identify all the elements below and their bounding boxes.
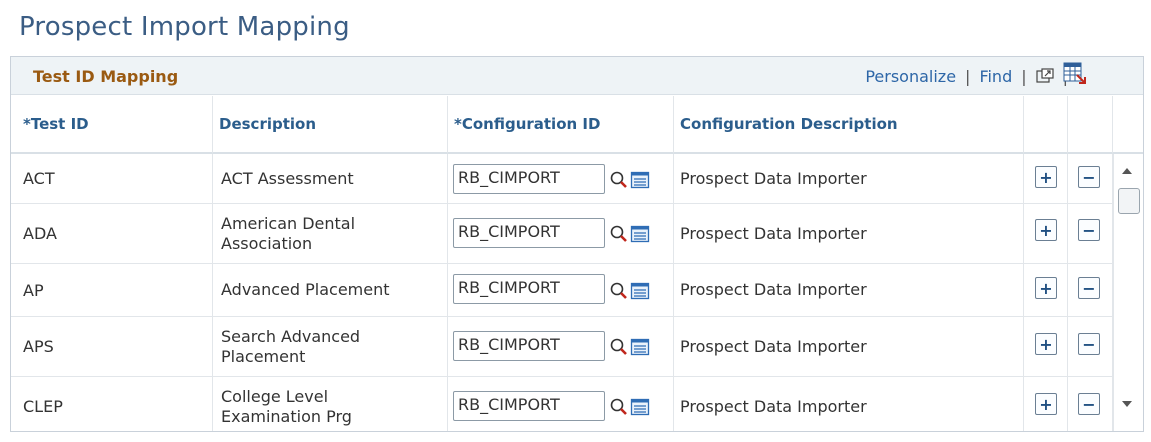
column-header-description[interactable]: Description [213, 96, 448, 154]
detail-view-icon[interactable] [630, 337, 650, 357]
column-header-add [1024, 96, 1068, 154]
description-cell: American Dental Association [221, 213, 356, 253]
nav-separator: | [965, 66, 971, 86]
add-row-button[interactable]: + [1035, 333, 1057, 355]
scroll-up-arrow-icon[interactable] [1122, 168, 1132, 174]
add-row-button[interactable]: + [1035, 219, 1057, 241]
test-id-cell: CLEP [23, 397, 63, 416]
configuration-description-cell: Prospect Data Importer [680, 336, 867, 356]
search-icon[interactable] [609, 224, 629, 244]
configuration-id-input[interactable]: RB_CIMPORT [453, 274, 605, 304]
configuration-description-cell: Prospect Data Importer [680, 396, 867, 416]
grid-header: Test ID Mapping Personalize | Find | | [11, 57, 1143, 95]
column-header-scroll [1113, 96, 1143, 154]
column-header-test-id[interactable]: *Test ID [11, 96, 213, 154]
configuration-description-cell: Prospect Data Importer [680, 168, 867, 188]
table-row: AP Advanced Placement RB_CIMPORT Prospec… [11, 264, 1113, 317]
search-icon[interactable] [609, 397, 629, 417]
configuration-id-input[interactable]: RB_CIMPORT [453, 331, 605, 361]
configuration-id-input[interactable]: RB_CIMPORT [453, 218, 605, 248]
new-window-icon[interactable] [1036, 68, 1054, 84]
description-cell: Search Advanced Placement [221, 326, 361, 366]
search-icon[interactable] [609, 281, 629, 301]
test-id-cell: ADA [23, 224, 57, 243]
add-row-button[interactable]: + [1035, 393, 1057, 415]
description-cell: Advanced Placement [221, 280, 390, 299]
configuration-description-cell: Prospect Data Importer [680, 223, 867, 243]
delete-row-button[interactable]: − [1078, 166, 1100, 188]
delete-row-button[interactable]: − [1078, 219, 1100, 241]
test-id-cell: ACT [23, 169, 55, 188]
page-title: Prospect Import Mapping [19, 12, 350, 42]
search-icon[interactable] [609, 337, 629, 357]
grid-scrollbar[interactable] [1113, 154, 1143, 431]
detail-view-icon[interactable] [630, 170, 650, 190]
add-row-button[interactable]: + [1035, 166, 1057, 188]
table-row: ADA American Dental Association RB_CIMPO… [11, 204, 1113, 264]
test-id-cell: APS [23, 337, 54, 356]
personalize-link[interactable]: Personalize [865, 67, 956, 86]
table-row: APS Search Advanced Placement RB_CIMPORT… [11, 317, 1113, 377]
add-row-button[interactable]: + [1035, 277, 1057, 299]
grid-title: Test ID Mapping [33, 67, 179, 86]
table-row: ACT ACT Assessment RB_CIMPORT Prospect D… [11, 154, 1113, 204]
column-header-configuration-description[interactable]: Configuration Description [674, 96, 1024, 154]
detail-view-icon[interactable] [630, 397, 650, 417]
find-link[interactable]: Find [979, 67, 1012, 86]
delete-row-button[interactable]: − [1078, 277, 1100, 299]
grid-nav: Personalize | Find | | [865, 65, 1077, 87]
scroll-thumb[interactable] [1118, 188, 1140, 214]
configuration-id-input[interactable]: RB_CIMPORT [453, 164, 605, 194]
configuration-description-cell: Prospect Data Importer [680, 280, 867, 299]
search-icon[interactable] [609, 170, 629, 190]
download-to-excel-icon[interactable] [1063, 62, 1087, 84]
detail-view-icon[interactable] [630, 281, 650, 301]
configuration-id-input[interactable]: RB_CIMPORT [453, 391, 605, 421]
scroll-down-arrow-icon[interactable] [1122, 401, 1132, 407]
column-header-configuration-id[interactable]: *Configuration ID [448, 96, 674, 154]
test-id-cell: AP [23, 280, 44, 300]
column-header-delete [1068, 96, 1113, 154]
delete-row-button[interactable]: − [1078, 393, 1100, 415]
detail-view-icon[interactable] [630, 224, 650, 244]
description-cell: ACT Assessment [221, 168, 354, 188]
table-row: CLEP College Level Examination Prg RB_CI… [11, 377, 1113, 431]
delete-row-button[interactable]: − [1078, 333, 1100, 355]
nav-separator: | [1021, 66, 1027, 86]
description-cell: College Level Examination Prg [221, 386, 352, 426]
test-id-mapping-grid: Test ID Mapping Personalize | Find | | [10, 56, 1144, 432]
